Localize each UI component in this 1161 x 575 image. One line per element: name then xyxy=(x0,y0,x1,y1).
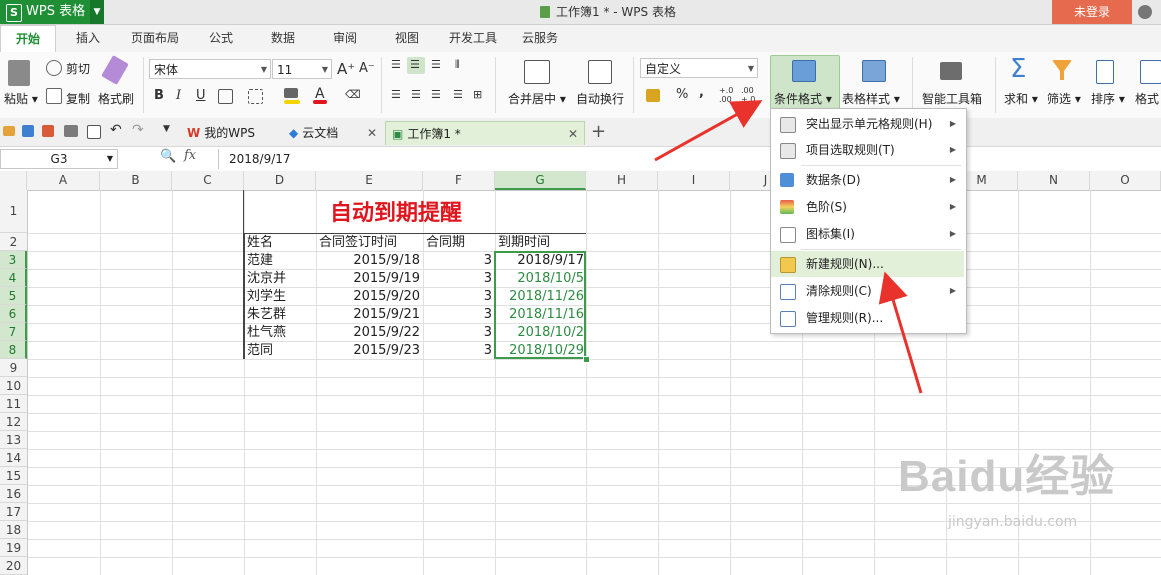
baidu-watermark: Baidu经验 jingyan.baidu.com xyxy=(888,440,1158,570)
watermark-url: jingyan.baidu.com xyxy=(948,514,1078,530)
arrow-to-new-rule xyxy=(878,271,923,394)
arrow-to-conditional-format xyxy=(654,100,763,162)
watermark-brand: Baidu经验 xyxy=(898,452,1116,501)
